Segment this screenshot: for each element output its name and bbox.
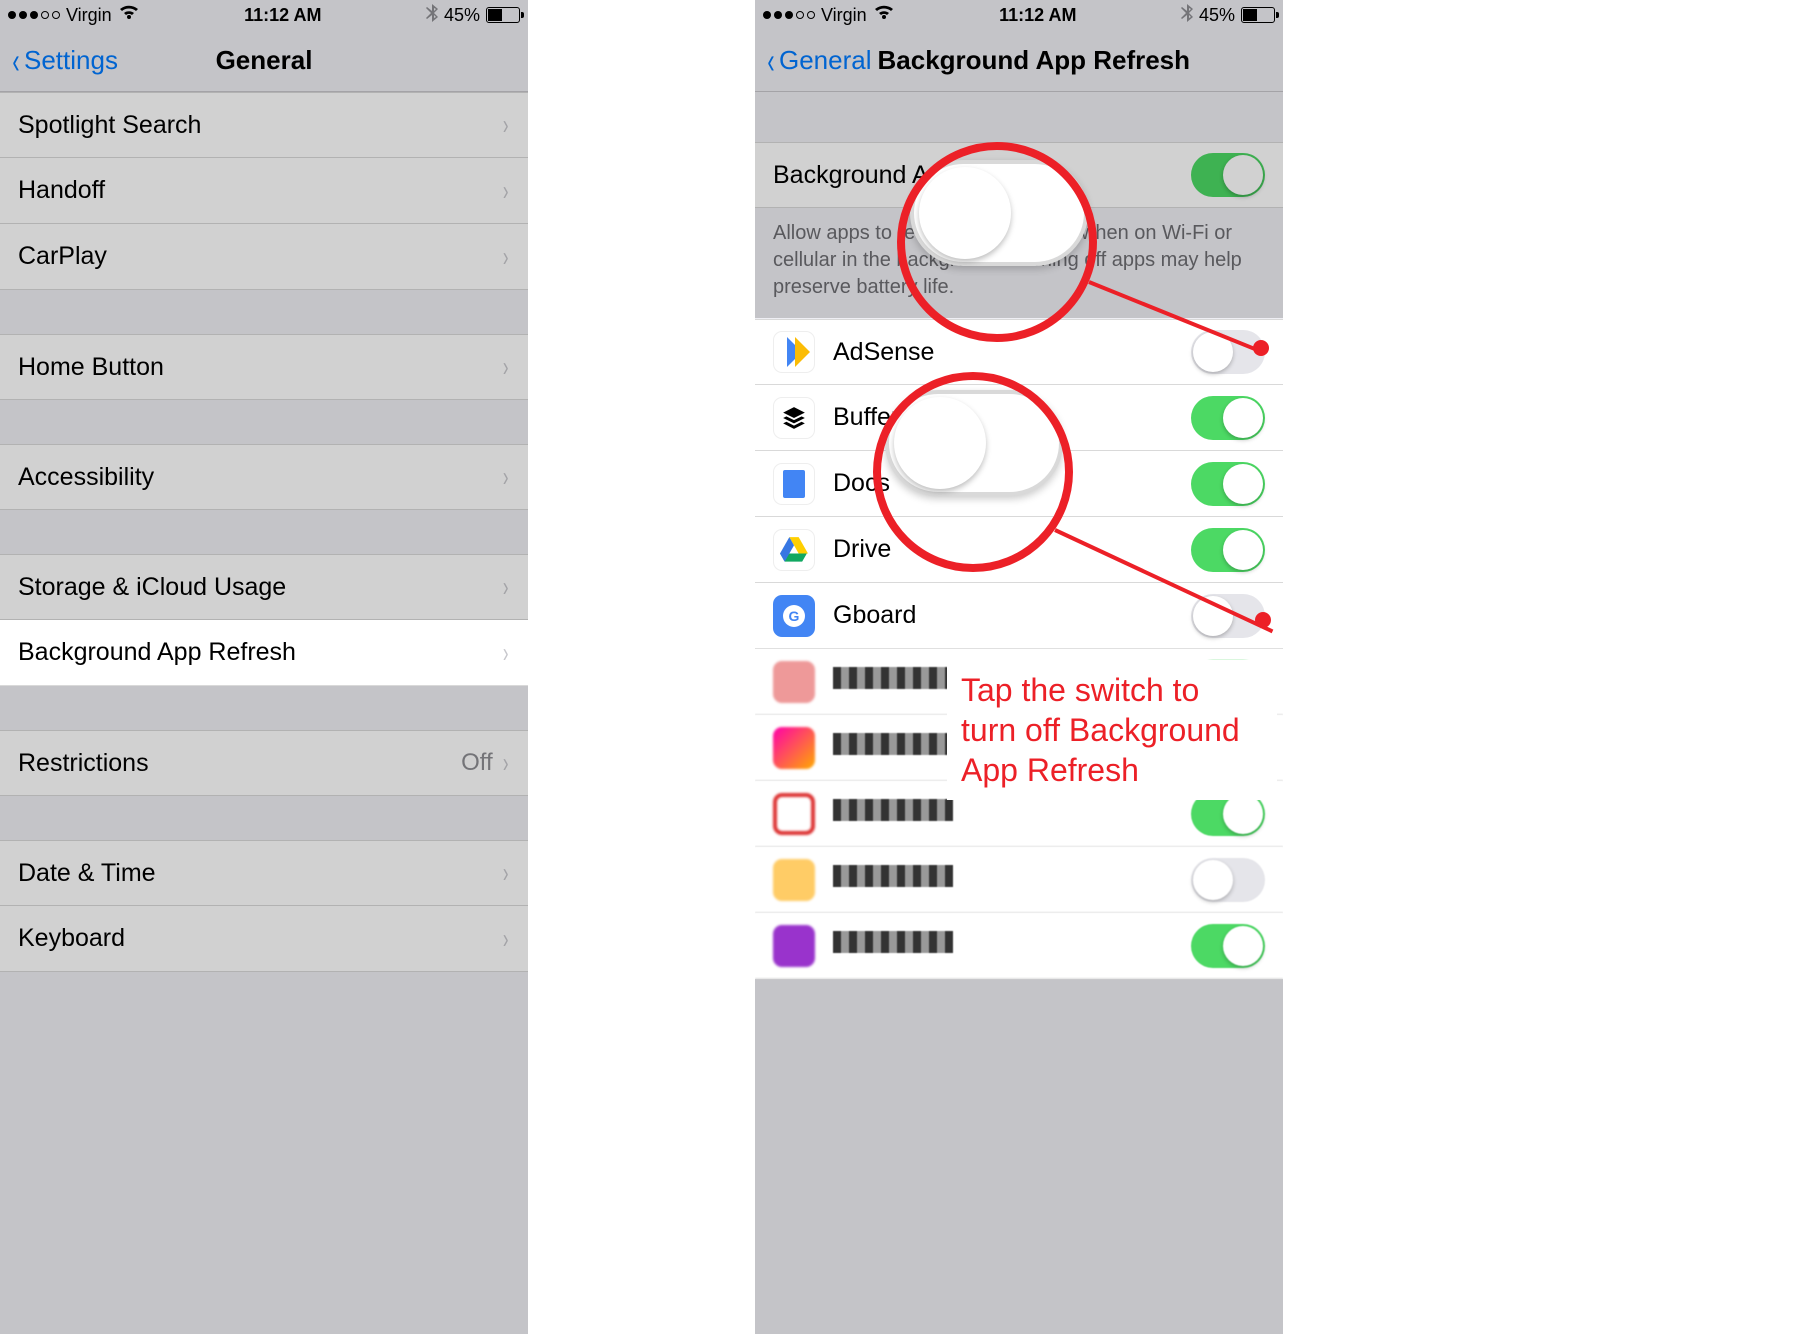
chevron-right-icon: › (503, 109, 509, 141)
chevron-right-icon: › (503, 175, 509, 207)
chevron-right-icon: › (503, 637, 509, 669)
app-icon (773, 661, 815, 703)
nav-bar: ‹ General Background App Refresh (755, 30, 1283, 92)
row-app-drive[interactable]: Drive (755, 517, 1283, 583)
drive-icon (773, 529, 815, 571)
row-storage[interactable]: Storage & iCloud Usage › (0, 554, 528, 620)
clock: 11:12 AM (244, 5, 321, 26)
chevron-right-icon: › (503, 351, 509, 383)
battery-icon (1241, 7, 1275, 23)
chevron-right-icon: › (503, 461, 509, 493)
signal-dots-icon (8, 11, 60, 19)
carrier-name: Virgin (821, 5, 867, 26)
row-home-button[interactable]: Home Button › (0, 334, 528, 400)
restrictions-value: Off (461, 749, 493, 777)
toggle-obscured[interactable] (1191, 858, 1265, 902)
chevron-right-icon: › (503, 747, 509, 779)
back-button[interactable]: ‹ Settings (10, 45, 118, 76)
bluetooth-icon (426, 4, 438, 27)
signal-dots-icon (763, 11, 815, 19)
chevron-right-icon: › (503, 571, 509, 603)
row-restrictions[interactable]: Restrictions Off › (0, 730, 528, 796)
row-app-gboard[interactable]: Gboard (755, 583, 1283, 649)
wifi-icon (118, 5, 140, 26)
status-bar: Virgin 11:12 AM 45% (0, 0, 528, 30)
chevron-right-icon: › (503, 923, 509, 955)
toggle-docs[interactable] (1191, 462, 1265, 506)
page-title: General (216, 45, 313, 76)
row-spotlight[interactable]: Spotlight Search › (0, 92, 528, 158)
battery-percent: 45% (444, 5, 480, 26)
row-accessibility[interactable]: Accessibility › (0, 444, 528, 510)
battery-icon (486, 7, 520, 23)
row-background-app-refresh[interactable]: Background App Refresh › (0, 620, 528, 686)
gboard-icon (773, 595, 815, 637)
row-carplay[interactable]: CarPlay › (0, 224, 528, 290)
carrier-name: Virgin (66, 5, 112, 26)
toggle-obscured[interactable] (1191, 924, 1265, 968)
row-handoff[interactable]: Handoff › (0, 158, 528, 224)
row-app-obscured[interactable] (755, 913, 1283, 979)
adsense-icon (773, 331, 815, 373)
right-screenshot: Virgin 11:12 AM 45% ‹ General Background… (755, 0, 1283, 1334)
status-bar: Virgin 11:12 AM 45% (755, 0, 1283, 30)
toggle-drive[interactable] (1191, 528, 1265, 572)
back-button[interactable]: ‹ General (765, 45, 872, 76)
app-icon (773, 925, 815, 967)
toggle-buffer[interactable] (1191, 396, 1265, 440)
clock: 11:12 AM (999, 5, 1076, 26)
app-icon (773, 793, 815, 835)
nav-bar: ‹ Settings General (0, 30, 528, 92)
app-icon (773, 859, 815, 901)
row-date-time[interactable]: Date & Time › (0, 840, 528, 906)
buffer-icon (773, 397, 815, 439)
chevron-right-icon: › (503, 241, 509, 273)
docs-icon (773, 463, 815, 505)
left-screenshot: Virgin 11:12 AM 45% ‹ Settings General S… (0, 0, 528, 1334)
page-title: Background App Refresh (878, 45, 1191, 76)
bluetooth-icon (1181, 4, 1193, 27)
back-label: General (779, 45, 872, 76)
battery-percent: 45% (1199, 5, 1235, 26)
row-app-obscured[interactable] (755, 847, 1283, 913)
annotation-big-switch-mid (885, 390, 1063, 496)
annotation-text: Tap the switch to turn off Background Ap… (947, 660, 1277, 800)
app-icon (773, 727, 815, 769)
annotation-endpoint (1255, 612, 1271, 628)
master-toggle[interactable] (1191, 153, 1265, 197)
annotation-endpoint (1253, 340, 1269, 356)
chevron-right-icon: › (503, 857, 509, 889)
row-keyboard[interactable]: Keyboard › (0, 906, 528, 972)
back-label: Settings (24, 45, 118, 76)
wifi-icon (873, 5, 895, 26)
annotation-big-switch-top (910, 160, 1088, 266)
